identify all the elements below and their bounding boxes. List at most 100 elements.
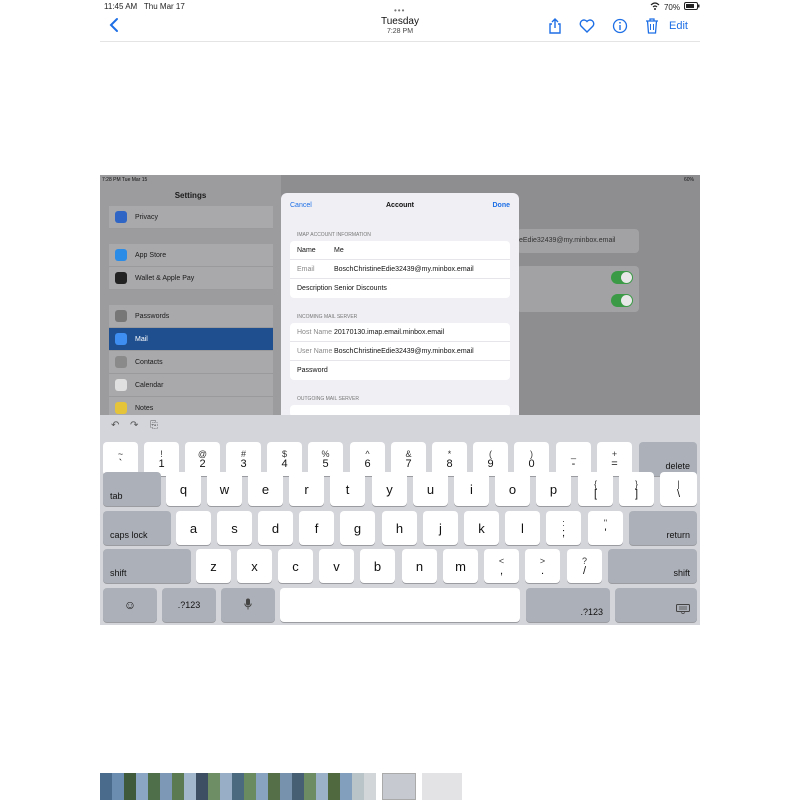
- filmstrip-thumbnail[interactable]: [352, 773, 364, 800]
- numbers-key-right[interactable]: .?123: [526, 588, 610, 622]
- filmstrip-thumbnail[interactable]: [364, 773, 376, 800]
- name-field[interactable]: Name Me: [290, 241, 510, 260]
- host-name-field[interactable]: Host Name 20170130.imap.email.minbox.emai…: [290, 323, 510, 342]
- redo-icon[interactable]: ↷: [130, 420, 138, 431]
- key-m[interactable]: m: [443, 549, 478, 583]
- photo-filmstrip[interactable]: [100, 773, 700, 800]
- filmstrip-thumbnail[interactable]: [316, 773, 328, 800]
- key-period[interactable]: >.: [525, 549, 560, 583]
- filmstrip-thumbnail[interactable]: [304, 773, 316, 800]
- key-l[interactable]: l: [505, 511, 540, 545]
- numbers-key-left[interactable]: .?123: [162, 588, 216, 622]
- toggle-switch[interactable]: [611, 271, 633, 284]
- key-comma[interactable]: <,: [484, 549, 519, 583]
- key-3[interactable]: #3: [226, 442, 261, 476]
- key-semicolon[interactable]: :;: [546, 511, 581, 545]
- key-v[interactable]: v: [319, 549, 354, 583]
- heart-icon[interactable]: [578, 17, 596, 35]
- key-6[interactable]: ^ 6: [350, 442, 385, 476]
- key-slash[interactable]: ? /: [567, 549, 602, 583]
- key-j[interactable]: j: [423, 511, 458, 545]
- key-close-bracket[interactable]: }]: [619, 472, 654, 506]
- key-4[interactable]: $4: [267, 442, 302, 476]
- settings-item-wallet[interactable]: Wallet & Apple Pay: [109, 267, 273, 290]
- settings-item-contacts[interactable]: Contacts: [109, 351, 273, 374]
- key-9[interactable]: (9: [473, 442, 508, 476]
- filmstrip-thumbnail[interactable]: [160, 773, 172, 800]
- filmstrip-thumbnail[interactable]: [280, 773, 292, 800]
- filmstrip-thumbnail[interactable]: [136, 773, 148, 800]
- key-y[interactable]: y: [372, 472, 407, 506]
- key-equals[interactable]: + =: [597, 442, 632, 476]
- key-5[interactable]: % 5: [308, 442, 343, 476]
- email-field[interactable]: Email BoschChristineEdie32439@my.minbox.e…: [290, 260, 510, 279]
- filmstrip-thumbnail[interactable]: [422, 773, 462, 800]
- key-g[interactable]: g: [340, 511, 375, 545]
- key-x[interactable]: x: [237, 549, 272, 583]
- filmstrip-thumbnail[interactable]: [340, 773, 352, 800]
- right-shift-key[interactable]: shift: [608, 549, 697, 583]
- key-0[interactable]: ) 0: [514, 442, 549, 476]
- delete-key[interactable]: delete: [639, 442, 697, 476]
- filmstrip-thumbnail[interactable]: [268, 773, 280, 800]
- settings-item-calendar[interactable]: Calendar: [109, 374, 273, 397]
- filmstrip-thumbnail[interactable]: [208, 773, 220, 800]
- password-field[interactable]: Password: [290, 361, 510, 380]
- caps-lock-key[interactable]: caps lock: [103, 511, 171, 545]
- space-bar[interactable]: [280, 588, 520, 622]
- info-icon[interactable]: [611, 17, 629, 35]
- key-c[interactable]: c: [278, 549, 313, 583]
- filmstrip-thumbnail[interactable]: [184, 773, 196, 800]
- key-z[interactable]: z: [196, 549, 231, 583]
- tab-key[interactable]: tab: [103, 472, 161, 506]
- edit-button[interactable]: Edit: [669, 20, 688, 32]
- share-icon[interactable]: [546, 17, 564, 35]
- key-q[interactable]: q: [166, 472, 201, 506]
- paste-icon[interactable]: ⎘: [150, 420, 158, 431]
- hide-keyboard-key[interactable]: [615, 588, 697, 622]
- toggle-switch[interactable]: [611, 294, 633, 307]
- key-a[interactable]: a: [176, 511, 211, 545]
- filmstrip-thumbnail[interactable]: [172, 773, 184, 800]
- filmstrip-thumbnail[interactable]: [328, 773, 340, 800]
- key-k[interactable]: k: [464, 511, 499, 545]
- key-w[interactable]: w: [207, 472, 242, 506]
- key-backslash[interactable]: | \: [660, 472, 697, 506]
- key-s[interactable]: s: [217, 511, 252, 545]
- settings-item-mail[interactable]: Mail: [109, 328, 273, 351]
- filmstrip-thumbnail[interactable]: [112, 773, 124, 800]
- done-button[interactable]: Done: [493, 202, 511, 209]
- key-o[interactable]: o: [495, 472, 530, 506]
- filmstrip-thumbnail[interactable]: [292, 773, 304, 800]
- settings-item-app-store[interactable]: App Store: [109, 244, 273, 267]
- filmstrip-thumbnail[interactable]: [196, 773, 208, 800]
- user-name-field[interactable]: User Name BoschChristineEdie32439@my.minb…: [290, 342, 510, 361]
- key-t[interactable]: t: [330, 472, 365, 506]
- key-n[interactable]: n: [402, 549, 437, 583]
- key-quote[interactable]: " ': [588, 511, 623, 545]
- key-e[interactable]: e: [248, 472, 283, 506]
- key-f[interactable]: f: [299, 511, 334, 545]
- account-email-row[interactable]: eEdie32439@my.minbox.email: [517, 229, 639, 253]
- filmstrip-thumbnail[interactable]: [100, 773, 112, 800]
- key-2[interactable]: @2: [185, 442, 220, 476]
- key-d[interactable]: d: [258, 511, 293, 545]
- left-shift-key[interactable]: shift: [103, 549, 191, 583]
- dictation-key[interactable]: [221, 588, 275, 622]
- filmstrip-thumbnail[interactable]: [124, 773, 136, 800]
- key-p[interactable]: p: [536, 472, 571, 506]
- key-b[interactable]: b: [360, 549, 395, 583]
- filmstrip-thumbnail[interactable]: [220, 773, 232, 800]
- key-1[interactable]: ! 1: [144, 442, 179, 476]
- key-h[interactable]: h: [382, 511, 417, 545]
- filmstrip-thumbnail[interactable]: [232, 773, 244, 800]
- return-key[interactable]: return: [629, 511, 697, 545]
- filmstrip-thumbnail-current[interactable]: [382, 773, 416, 800]
- key-minus[interactable]: _ -: [556, 442, 591, 476]
- key-7[interactable]: & 7: [391, 442, 426, 476]
- filmstrip-thumbnail[interactable]: [256, 773, 268, 800]
- key-i[interactable]: i: [454, 472, 489, 506]
- trash-icon[interactable]: [643, 17, 661, 35]
- undo-icon[interactable]: ↶: [111, 420, 119, 431]
- key-8[interactable]: * 8: [432, 442, 467, 476]
